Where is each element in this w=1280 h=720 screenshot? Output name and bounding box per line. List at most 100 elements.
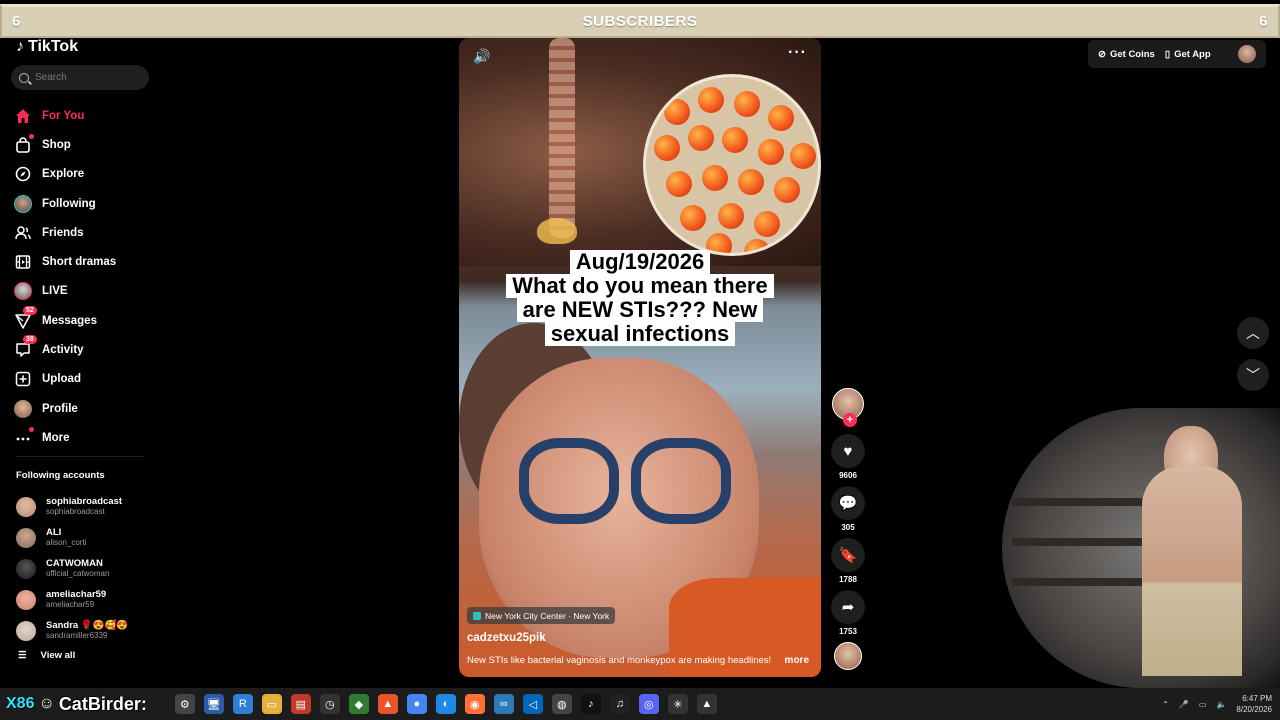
logo-text: TikTok xyxy=(28,38,79,55)
channel-logo: X86 xyxy=(6,695,35,712)
account-item[interactable]: Sandra 🌹😍🥰😍 sandramiller6339 xyxy=(16,615,156,646)
film-icon xyxy=(14,253,32,271)
account-item[interactable]: CATWOMAN official_catwoman xyxy=(16,553,156,584)
search-input[interactable] xyxy=(35,72,135,83)
phone-icon: ▯ xyxy=(1164,48,1171,60)
more-link[interactable]: more xyxy=(785,655,809,666)
account-item[interactable]: ameliachar59 ameliachar59 xyxy=(16,584,156,615)
chevron-up-icon[interactable]: ⌃ xyxy=(1162,700,1169,709)
account-name: sophiabroadcast xyxy=(46,495,123,507)
location-pin-icon xyxy=(473,611,481,620)
computer-icon[interactable]: 🖥 xyxy=(203,694,224,714)
top-right-controls: ⊘ Get Coins ▯ Get App xyxy=(1088,40,1266,68)
heart-icon: ♥ xyxy=(843,442,853,460)
tiktok-logo[interactable]: ♪ TikTok xyxy=(16,38,78,56)
app-alert-icon[interactable]: ▲ xyxy=(696,694,717,714)
nav-more[interactable]: More xyxy=(14,423,154,452)
live-avatar-icon xyxy=(14,282,32,301)
video-author[interactable]: cadzetxu25pik xyxy=(467,632,546,644)
user-avatar[interactable] xyxy=(1238,45,1256,63)
nav-label: Activity xyxy=(42,344,84,357)
comment-count: 305 xyxy=(841,523,855,532)
nav-following[interactable]: Following xyxy=(14,189,154,218)
nav-explore[interactable]: Explore xyxy=(14,160,154,189)
follow-plus-icon[interactable]: + xyxy=(843,413,857,427)
previous-video-button[interactable]: ︿ xyxy=(1237,317,1269,349)
account-name: Sandra 🌹😍🥰😍 xyxy=(46,619,129,631)
volume-icon[interactable]: 🔈 xyxy=(1216,700,1226,709)
network-icon[interactable]: ▭ xyxy=(1199,700,1207,709)
get-app-button[interactable]: ▯ Get App xyxy=(1165,49,1211,60)
system-clock[interactable]: 6:47 PM 8/20/2026 xyxy=(1236,693,1272,715)
account-item[interactable]: ALI alison_corti xyxy=(16,522,156,553)
account-item[interactable]: sophiabroadcast sophiabroadcast xyxy=(16,491,156,522)
nav-for-you[interactable]: For You xyxy=(14,101,154,130)
nav-label: Profile xyxy=(42,402,78,415)
asterisk-icon[interactable]: ✳ xyxy=(667,694,688,714)
clock-icon[interactable]: ◷ xyxy=(319,694,340,714)
brave-icon[interactable]: ▲ xyxy=(377,694,398,714)
nav-profile[interactable]: Profile xyxy=(14,394,154,423)
nav-short-dramas[interactable]: Short dramas xyxy=(14,247,154,276)
news-icon[interactable]: ▤ xyxy=(290,694,311,714)
nav-activity[interactable]: 38 Activity xyxy=(14,335,154,364)
nav-friends[interactable]: Friends xyxy=(14,218,154,247)
more-options-icon[interactable]: ··· xyxy=(788,44,807,62)
discord-icon[interactable]: ◎ xyxy=(638,694,659,714)
share-count: 1753 xyxy=(839,627,857,636)
microphone-icon[interactable]: 🎤 xyxy=(1179,700,1189,709)
caption-line: sexual infections xyxy=(544,322,736,346)
video-caption: Aug/19/2026 What do you mean there are N… xyxy=(469,250,811,346)
save-button[interactable]: 🔖 xyxy=(831,538,865,572)
video-description: New STIs like bacterial vaginosis and mo… xyxy=(467,655,772,666)
vscode-icon[interactable]: ◁ xyxy=(522,694,543,714)
app-icon[interactable]: ⚙ xyxy=(174,694,195,714)
like-button[interactable]: ♥ xyxy=(831,434,865,468)
account-name: CATWOMAN xyxy=(46,557,103,569)
avatar xyxy=(16,620,36,641)
obs-icon[interactable]: ◍ xyxy=(551,694,572,714)
location-tag[interactable]: New York City Center · New York xyxy=(467,607,616,624)
next-video-button[interactable]: ﹀ xyxy=(1237,359,1269,391)
webcam-overlay xyxy=(1002,408,1280,688)
firefox-icon[interactable]: ◉ xyxy=(464,694,485,714)
infinity-icon[interactable]: ∞ xyxy=(493,694,514,714)
nav-label: Upload xyxy=(42,373,81,386)
tiktok-live-icon[interactable]: ♫ xyxy=(609,694,630,714)
coin-icon: ⊘ xyxy=(1098,48,1106,60)
account-handle: official_catwoman xyxy=(46,568,110,578)
video-player[interactable]: 🔊 ··· Aug/19/2026 What do you mean there… xyxy=(459,38,821,677)
caption-line: Aug/19/2026 xyxy=(569,250,711,274)
notification-dot xyxy=(29,133,34,139)
get-coins-button[interactable]: ⊘ Get Coins xyxy=(1098,49,1155,60)
nav-label: Friends xyxy=(42,226,84,239)
chrome-icon[interactable]: ● xyxy=(406,694,427,714)
activity-icon: 38 xyxy=(14,335,37,359)
nav-label: Explore xyxy=(42,168,85,181)
upload-icon xyxy=(14,370,32,388)
main-nav: For You Shop Explore Following Friends S… xyxy=(14,101,154,453)
share-arrow-icon: ➦ xyxy=(841,599,855,616)
save-count: 1788 xyxy=(839,575,857,584)
remote-icon[interactable]: R xyxy=(232,694,253,714)
share-button[interactable]: ➦ xyxy=(831,590,865,624)
tiktok-app-icon[interactable]: ♪ xyxy=(580,694,601,714)
nav-shop[interactable]: Shop xyxy=(14,130,154,159)
map-pin-icon[interactable]: ◆ xyxy=(348,694,369,714)
taskbar: X86 ☺ CatBirder: ⚙ 🖥 R ▭ ▤ ◷ ◆ ▲ ● ◐ ◉ ∞… xyxy=(0,688,1280,720)
nav-messages[interactable]: 52 Messages xyxy=(14,305,154,335)
nav-label: Messages xyxy=(42,314,97,327)
view-all-link[interactable]: ☰ View all xyxy=(18,650,75,661)
nav-upload[interactable]: Upload xyxy=(14,365,154,394)
folder-icon[interactable]: ▭ xyxy=(261,694,282,714)
edge-icon[interactable]: ◐ xyxy=(435,694,456,714)
nav-live[interactable]: LIVE xyxy=(14,277,154,306)
sound-avatar[interactable] xyxy=(834,642,862,670)
creator-avatar[interactable]: + xyxy=(832,388,864,427)
search-box[interactable] xyxy=(11,65,149,90)
nav-label: LIVE xyxy=(42,285,68,298)
account-name: ameliachar59 xyxy=(46,588,107,600)
divider xyxy=(16,456,144,457)
sound-icon[interactable]: 🔊 xyxy=(473,48,490,65)
comment-button[interactable]: 💬 xyxy=(831,486,865,520)
